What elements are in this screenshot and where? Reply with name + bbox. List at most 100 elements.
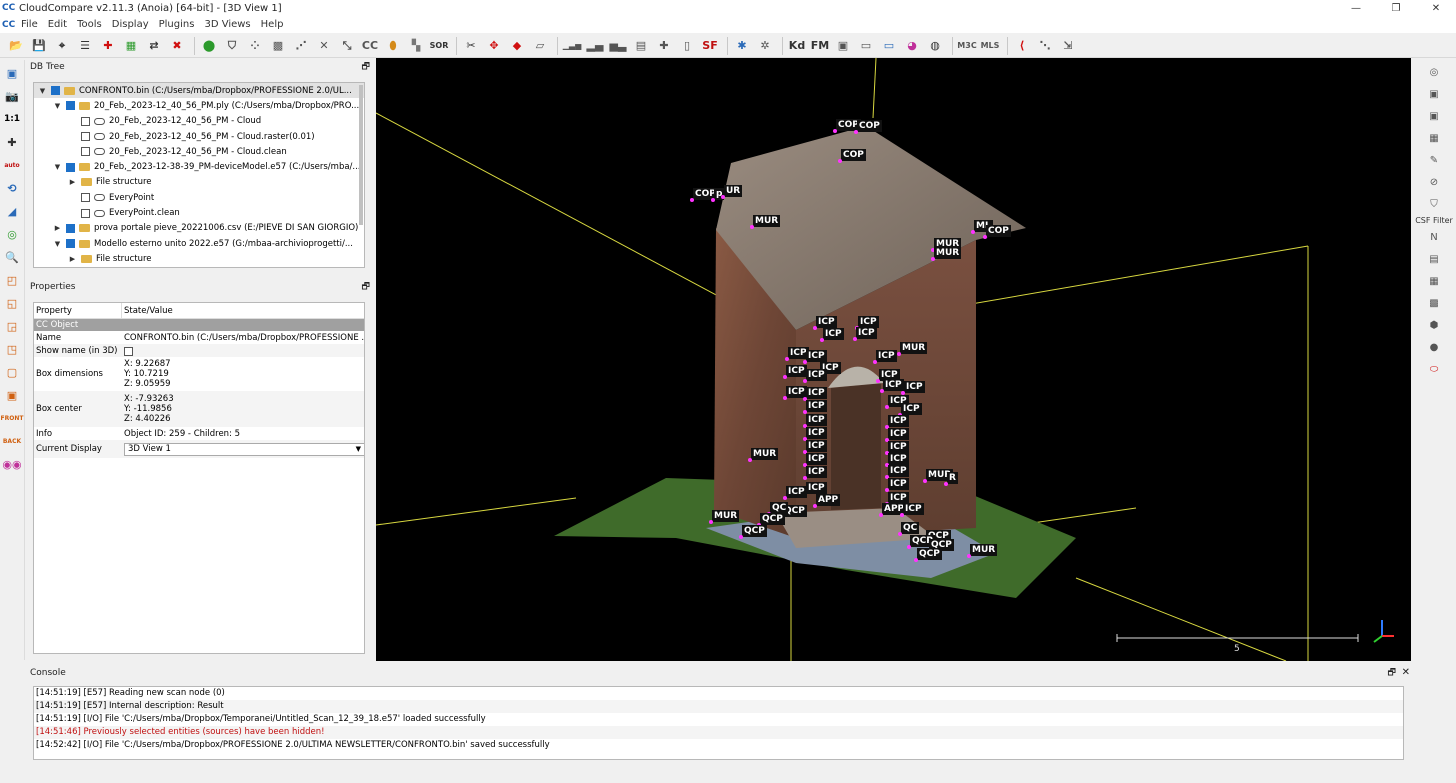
camera-icon[interactable]: 📷 [2,86,22,106]
point-label[interactable]: ICP [816,316,837,328]
collapse-arrow-icon[interactable]: ▼ [53,240,62,248]
export-icon[interactable]: ⇲ [1058,36,1078,56]
tree-item[interactable]: 20_Feb,_2023-12_40_56_PM - Cloud [34,114,364,129]
diag-icon[interactable]: ⤡ [337,36,357,56]
sor-icon[interactable]: SOR [429,36,449,56]
canupo-create-icon[interactable]: ✱ [732,36,752,56]
plane-icon[interactable]: ◆ [507,36,527,56]
point-label[interactable]: QCP [760,513,785,525]
point-label[interactable]: QCP [917,548,942,560]
3d-view[interactable]: COP COP COP COP p UR MUR ML COP MUR MUR ICP ICP ICP IC… [376,58,1411,661]
point-label[interactable]: QC [901,522,920,534]
point-label[interactable]: ICP [806,466,827,478]
expand-arrow-icon[interactable]: ▶ [68,178,77,186]
tree-item[interactable]: EveryPoint [34,190,364,205]
delete-icon[interactable]: ✖ [167,36,187,56]
back-view-icon[interactable]: ◳ [2,339,22,359]
kd-icon[interactable]: Kd [787,36,807,56]
subsample-icon[interactable]: ⬤ [199,36,219,56]
hpr-icon[interactable]: ▤ [1424,249,1444,269]
visibility-checkbox[interactable] [66,239,75,249]
merge-icon[interactable]: ⇄ [144,36,164,56]
menu-3d-views[interactable]: 3D Views [199,17,255,33]
point-label[interactable]: ICP [806,427,827,439]
point-label[interactable]: ICP [806,440,827,452]
fm-icon[interactable]: FM [810,36,830,56]
expand-arrow-icon[interactable]: ▶ [53,224,62,232]
colorwheel-icon[interactable]: ◕ [902,36,922,56]
plugin-a-icon[interactable]: ◎ [1424,62,1444,82]
histogram-icon[interactable]: ▁▃▅ [562,36,582,56]
mls-icon[interactable]: MLS [980,36,1000,56]
global-zoom-icon[interactable]: ▣ [2,63,22,83]
open-icon[interactable]: 📂 [6,36,26,56]
bottom-view-icon[interactable]: ▣ [2,385,22,405]
visibility-checkbox[interactable] [81,208,90,218]
point-label[interactable]: ICP [888,415,909,427]
color-icon[interactable]: ▦ [121,36,141,56]
console-log[interactable]: [14:51:19] [E57] Reading new scan node (… [33,686,1404,760]
point-label[interactable]: ICP [806,482,827,494]
iso-back-icon[interactable]: BACK [2,431,22,451]
table-icon[interactable]: ▤ [631,36,651,56]
dots-icon[interactable]: ⁘ [245,36,265,56]
visibility-checkbox[interactable] [81,132,90,142]
tree-item[interactable]: ▶ prova portale pieve_20221006.csv (E:/PI… [34,221,364,236]
shield-icon[interactable]: ⛉ [1424,194,1444,214]
point-label[interactable]: ICP [856,327,877,339]
auto-icon[interactable]: auto [2,155,22,175]
float-panel-icon[interactable]: 🗗 [362,60,370,74]
doc-icon[interactable]: ▯ [677,36,697,56]
point-label[interactable]: ICP [823,328,844,340]
light-icon[interactable]: ◎ [2,224,22,244]
iso-front-icon[interactable]: FRONT [1,408,24,428]
sf-icon[interactable]: SF [700,36,720,56]
point-label[interactable]: ICP [806,414,827,426]
canupo-classify-icon[interactable]: ✲ [755,36,775,56]
tree-item[interactable]: EveryPoint.clean [34,205,364,220]
monitor-icon[interactable]: ▭ [879,36,899,56]
db-tree-list[interactable]: ▼ CONFRONTO.bin (C:/Users/mba/Dropbox/PRO… [33,82,365,268]
shield-icon[interactable]: ⛉ [222,36,242,56]
point-label[interactable]: ICP [806,387,827,399]
visibility-checkbox[interactable] [66,162,75,172]
point-label[interactable]: R [947,472,958,484]
hex-icon[interactable]: ⬢ [1424,315,1444,335]
scissors-icon[interactable]: ✂ [461,36,481,56]
point-label[interactable]: ICP [806,453,827,465]
scatter-icon[interactable]: ⋰ [291,36,311,56]
top-view-icon[interactable]: ◰ [2,270,22,290]
point-label[interactable]: ICP [786,486,807,498]
translate-icon[interactable]: ✥ [484,36,504,56]
minimize-button[interactable]: — [1336,0,1376,17]
checker-icon[interactable]: ▚ [406,36,426,56]
stereo-icon[interactable]: ◉◉ [2,454,22,474]
tree-item[interactable]: ▼ Modello esterno unito 2022.e57 (G:/mbaa… [34,236,364,251]
point-label[interactable]: MUR [900,342,928,354]
point-label[interactable]: ICP [888,428,909,440]
m3c2-icon[interactable]: ▦ [1424,271,1444,291]
menu-display[interactable]: Display [107,17,154,33]
point-label[interactable]: ICP [786,365,807,377]
point-label[interactable]: QCP [742,525,767,537]
tree-item[interactable]: ▼ 20_Feb,_2023-12-38-39_PM-deviceModel.e5… [34,159,364,174]
menu-tools[interactable]: Tools [72,17,107,33]
plus-icon[interactable]: ✚ [654,36,674,56]
point-label[interactable]: ICP [806,400,827,412]
tree-item[interactable]: 20_Feb,_2023-12_40_56_PM - Cloud.raster(… [34,129,364,144]
clone-icon[interactable]: ⌖ [52,36,72,56]
csf-filter-label[interactable]: CSF Filter [1412,216,1456,225]
collapse-arrow-icon[interactable]: ▼ [53,163,62,171]
right-view-icon[interactable]: ▢ [2,362,22,382]
pcv-icon[interactable]: ▩ [1424,293,1444,313]
bracket-icon[interactable]: ⟨ [1012,36,1032,56]
point-label[interactable]: ICP [888,453,909,465]
menu-edit[interactable]: Edit [43,17,72,33]
pattern-icon[interactable]: ⋱ [1035,36,1055,56]
perspective-icon[interactable]: ◢ [2,201,22,221]
pointpick-icon[interactable]: ✚ [98,36,118,56]
m3c2-icon[interactable]: M3C [957,36,977,56]
grid-icon[interactable]: ▩ [268,36,288,56]
point-label[interactable]: ICP [883,379,904,391]
plugin-b-icon[interactable]: ▣ [1424,84,1444,104]
